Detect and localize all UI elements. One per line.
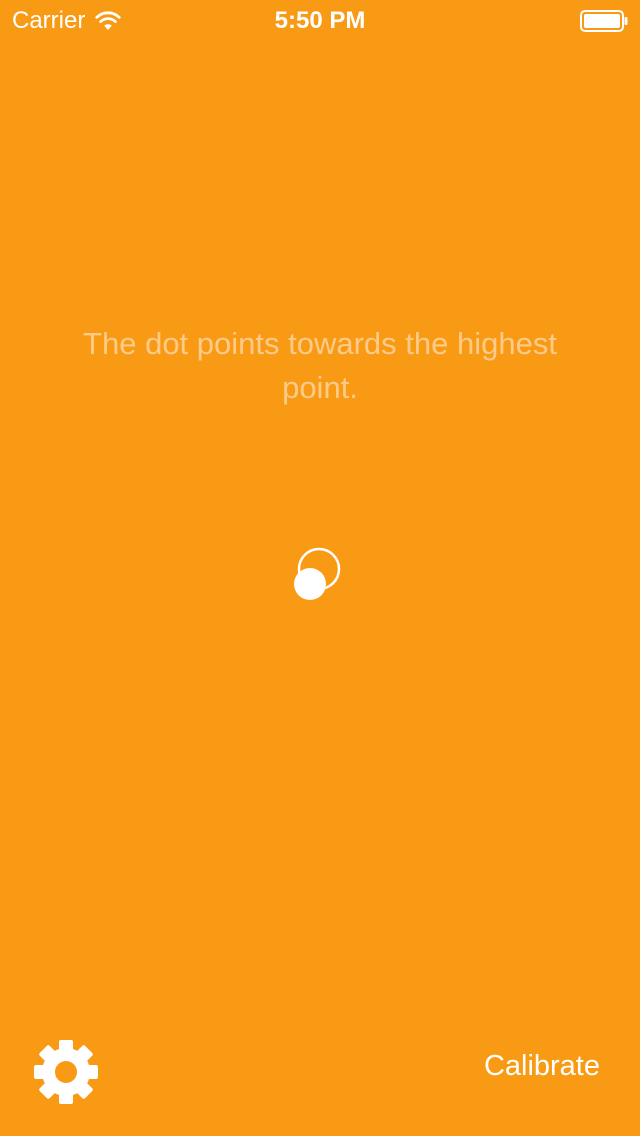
status-time: 5:50 PM <box>274 7 366 34</box>
gear-icon[interactable] <box>32 1038 100 1106</box>
level-bubble <box>294 568 326 600</box>
level-dot-icon <box>294 547 341 600</box>
battery-icon <box>580 10 628 32</box>
calibrate-button[interactable]: Calibrate <box>484 1048 600 1084</box>
status-bar: Carrier 5:50 PM <box>0 0 640 40</box>
instruction-text: The dot points towards the highest point… <box>83 326 557 405</box>
